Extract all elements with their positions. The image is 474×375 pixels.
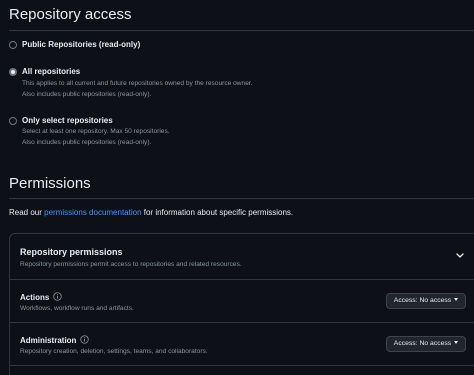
radio-description: This applies to all current and future r… [22,80,253,87]
access-dropdown-label: Access: No access [393,340,452,347]
access-dropdown-administration[interactable]: Access: No access [386,336,466,352]
info-circle-icon[interactable] [80,335,90,344]
radio-description: Also includes public repositories (read-… [22,91,152,98]
radio-label: Only select repositories [22,116,113,125]
row-divider [10,279,474,280]
section-divider [9,30,474,31]
radio-description: Also includes public repositories (read-… [22,139,152,146]
radio-label: Public Repositories (read-only) [22,40,141,49]
permissions-documentation-link[interactable]: permissions documentation [44,208,141,217]
radio-description: Select at least one repository. Max 50 r… [22,128,170,135]
permissions-title: Permissions [9,175,91,192]
permission-name: Actions [20,292,63,302]
access-dropdown-actions[interactable]: Access: No access [386,293,466,309]
repository-permissions-title: Repository permissions [20,247,123,257]
repository-access-title: Repository access [9,6,132,23]
row-divider [10,365,474,366]
triangle-down-icon [454,341,459,344]
radio-button[interactable] [9,117,17,125]
access-dropdown-label: Access: No access [393,297,452,304]
permission-name-text: Actions [20,293,50,302]
permission-description: Repository creation, deletion, settings,… [20,348,208,355]
radio-button-selected[interactable] [9,68,17,76]
triangle-down-icon [454,298,459,301]
permission-description: Workflows, workflow runs and artifacts. [20,305,134,312]
permissions-intro: Read our permissions documentation for i… [9,208,293,217]
row-divider [10,322,474,323]
repository-permissions-panel: Repository permissions Repository permis… [9,233,474,375]
permission-name-text: Administration [20,336,77,345]
intro-prefix: Read our [9,208,45,217]
chevron-down-icon[interactable] [455,252,465,260]
info-circle-icon[interactable] [53,292,63,301]
section-divider [9,198,474,199]
repository-permissions-description: Repository permissions permit access to … [20,261,242,268]
radio-label: All repositories [22,67,81,76]
intro-suffix: for information about specific permissio… [141,208,294,217]
page: Repository access Public Repositories (r… [0,0,474,375]
permission-name: Administration [20,335,90,345]
radio-button[interactable] [9,41,17,49]
